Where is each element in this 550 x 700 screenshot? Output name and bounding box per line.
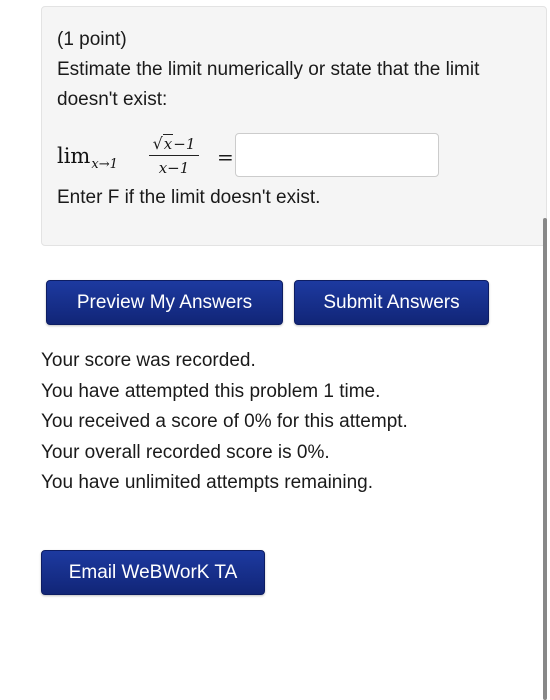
limit-subscript: x→1 xyxy=(91,157,118,172)
problem-panel: (1 point) Estimate the limit numerically… xyxy=(41,6,547,246)
equals-sign: = xyxy=(217,145,234,169)
result-line-recorded: Your score was recorded. xyxy=(41,350,256,371)
numerator-rest: −1 xyxy=(173,135,196,153)
hint-text: Enter F if the limit doesn't exist. xyxy=(57,187,321,208)
sqrt-icon: √ xyxy=(152,134,163,153)
limit-fraction: √x−1 x−1 xyxy=(149,133,199,178)
results-message: Your score was recorded. You have attemp… xyxy=(41,346,408,499)
fraction-denominator: x−1 xyxy=(158,159,190,177)
page: (1 point) Estimate the limit numerically… xyxy=(0,0,550,700)
sqrt-radicand: x xyxy=(162,134,174,153)
fraction-bar xyxy=(149,155,199,156)
result-line-overall: Your overall recorded score is 0%. xyxy=(41,441,330,463)
result-line-score: You received a score of 0% for this atte… xyxy=(41,411,408,432)
fraction-numerator: √x−1 xyxy=(149,133,199,154)
preview-answers-button[interactable]: Preview My Answers xyxy=(46,280,283,325)
points-label: (1 point) xyxy=(57,29,127,50)
limit-operator: limx→1 xyxy=(57,144,118,172)
problem-text: (1 point) Estimate the limit numerically… xyxy=(57,25,537,115)
result-line-attempts: You have attempted this problem 1 time. xyxy=(41,380,381,402)
lim-text: lim xyxy=(57,144,91,168)
limit-expression: limx→1 √x−1 x−1 = xyxy=(57,131,537,183)
submit-answers-button[interactable]: Submit Answers xyxy=(294,280,489,325)
result-line-remaining: You have unlimited attempts remaining. xyxy=(41,472,373,493)
answer-input[interactable] xyxy=(235,133,439,177)
scrollbar[interactable] xyxy=(543,218,547,700)
problem-instruction: Estimate the limit numerically or state … xyxy=(57,59,480,110)
email-ta-button[interactable]: Email WeBWorK TA xyxy=(41,550,265,595)
